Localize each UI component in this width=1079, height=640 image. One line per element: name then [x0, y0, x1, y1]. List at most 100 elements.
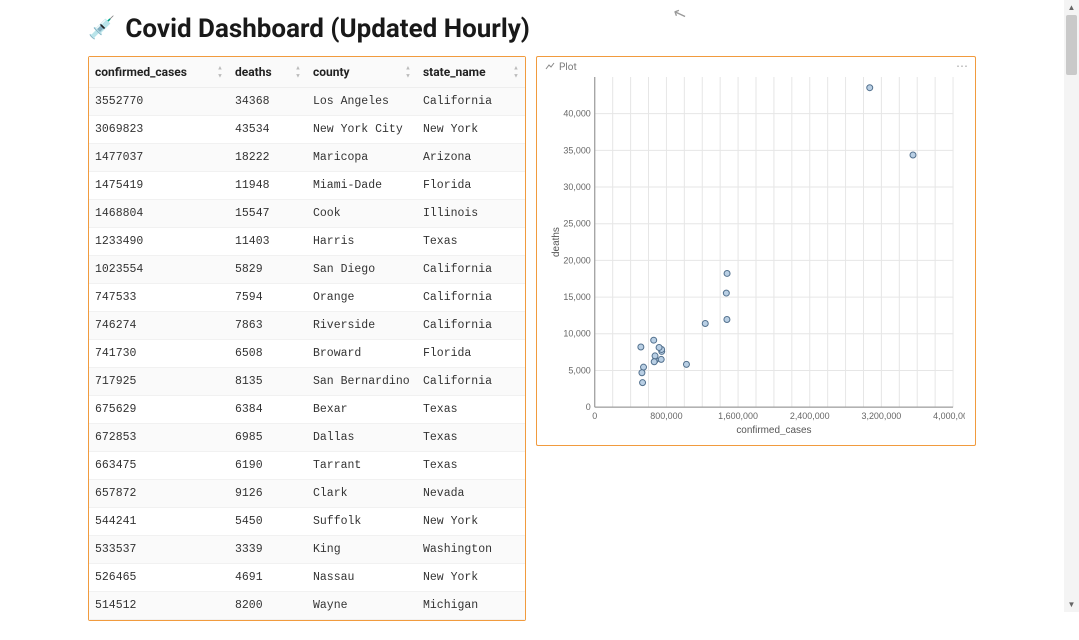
table-row[interactable]: 5335373339KingWashington [89, 536, 525, 564]
cell-deaths: 5450 [229, 508, 307, 536]
col-header-confirmed-cases[interactable]: confirmed_cases ▲▼ [89, 57, 229, 88]
cell-deaths: 7594 [229, 284, 307, 312]
cell-deaths: 4691 [229, 564, 307, 592]
scroll-thumb[interactable] [1066, 15, 1077, 75]
cell-state_name: California [417, 368, 525, 396]
cell-county: Bexar [307, 396, 417, 424]
col-header-deaths[interactable]: deaths ▲▼ [229, 57, 307, 88]
cell-county: Tarrant [307, 452, 417, 480]
cell-confirmed_cases: 657872 [89, 480, 229, 508]
scatter-point [651, 337, 657, 343]
cell-state_name: Florida [417, 340, 525, 368]
table-row[interactable]: 147703718222MaricopaArizona [89, 144, 525, 172]
cell-state_name: Texas [417, 452, 525, 480]
cell-state_name: New York [417, 564, 525, 592]
page-title: Covid Dashboard (Updated Hourly) [125, 14, 530, 44]
table-row[interactable]: 7475337594OrangeCalifornia [89, 284, 525, 312]
col-header-label: state_name [423, 65, 486, 79]
scatter-point [652, 353, 658, 359]
syringe-icon: 💉 [88, 18, 115, 40]
table-row[interactable]: 6578729126ClarkNevada [89, 480, 525, 508]
scatter-point [638, 344, 644, 350]
cell-state_name: Illinois [417, 200, 525, 228]
cell-deaths: 6985 [229, 424, 307, 452]
cell-county: Riverside [307, 312, 417, 340]
table-row[interactable]: 147541911948Miami-DadeFlorida [89, 172, 525, 200]
cell-confirmed_cases: 747533 [89, 284, 229, 312]
cell-state_name: New York [417, 116, 525, 144]
col-header-state-name[interactable]: state_name ▲▼ [417, 57, 525, 88]
table-row[interactable]: 146880415547CookIllinois [89, 200, 525, 228]
scroll-up-icon[interactable]: ▲ [1064, 0, 1079, 15]
plot-panel[interactable]: Plot ⋯ 05,00010,00015,00020,00025,00030,… [536, 56, 976, 446]
table-row[interactable]: 6756296384BexarTexas [89, 396, 525, 424]
svg-text:20,000: 20,000 [563, 255, 590, 265]
svg-text:5,000: 5,000 [568, 365, 590, 375]
cell-state_name: Arizona [417, 144, 525, 172]
cell-confirmed_cases: 717925 [89, 368, 229, 396]
table-row[interactable]: 7179258135San BernardinoCalifornia [89, 368, 525, 396]
scroll-down-icon[interactable]: ▼ [1064, 597, 1079, 612]
cell-county: New York City [307, 116, 417, 144]
svg-text:35,000: 35,000 [563, 145, 590, 155]
cell-county: Miami-Dade [307, 172, 417, 200]
cell-county: Clark [307, 480, 417, 508]
scatter-point [702, 321, 708, 327]
cell-deaths: 18222 [229, 144, 307, 172]
data-table: confirmed_cases ▲▼ deaths ▲▼ county ▲▼ [89, 57, 525, 620]
cell-state_name: California [417, 88, 525, 116]
col-header-label: county [313, 65, 350, 79]
cell-county: San Diego [307, 256, 417, 284]
cell-confirmed_cases: 1023554 [89, 256, 229, 284]
cell-deaths: 43534 [229, 116, 307, 144]
cell-confirmed_cases: 672853 [89, 424, 229, 452]
cell-deaths: 34368 [229, 88, 307, 116]
col-header-county[interactable]: county ▲▼ [307, 57, 417, 88]
cell-county: Broward [307, 340, 417, 368]
cell-confirmed_cases: 675629 [89, 396, 229, 424]
cell-county: San Bernardino [307, 368, 417, 396]
vertical-scrollbar[interactable]: ▲ ▼ [1064, 0, 1079, 612]
table-row[interactable]: 6728536985DallasTexas [89, 424, 525, 452]
table-row[interactable]: 10235545829San DiegoCalifornia [89, 256, 525, 284]
scatter-point [656, 344, 662, 350]
svg-text:800,000: 800,000 [650, 411, 682, 421]
svg-text:0: 0 [586, 402, 591, 412]
scatter-point [910, 152, 916, 158]
cell-deaths: 9126 [229, 480, 307, 508]
table-row[interactable]: 5442415450SuffolkNew York [89, 508, 525, 536]
cell-deaths: 8135 [229, 368, 307, 396]
cell-state_name: California [417, 312, 525, 340]
col-header-label: deaths [235, 65, 272, 79]
scatter-point [723, 290, 729, 296]
table-row[interactable]: 7417306508BrowardFlorida [89, 340, 525, 368]
sort-icon[interactable]: ▲▼ [217, 65, 223, 80]
sort-icon[interactable]: ▲▼ [513, 65, 519, 80]
svg-text:40,000: 40,000 [563, 109, 590, 119]
svg-text:0: 0 [592, 411, 597, 421]
sort-icon[interactable]: ▲▼ [295, 65, 301, 80]
cell-confirmed_cases: 1475419 [89, 172, 229, 200]
scatter-point [867, 85, 873, 91]
cell-deaths: 3339 [229, 536, 307, 564]
scatter-point [641, 364, 647, 370]
table-row[interactable]: 123349011403HarrisTexas [89, 228, 525, 256]
cell-county: Los Angeles [307, 88, 417, 116]
cell-county: Suffolk [307, 508, 417, 536]
cell-confirmed_cases: 544241 [89, 508, 229, 536]
sort-icon[interactable]: ▲▼ [405, 65, 411, 80]
cell-county: Maricopa [307, 144, 417, 172]
cell-state_name: California [417, 256, 525, 284]
scatter-point [651, 359, 657, 365]
table-panel[interactable]: confirmed_cases ▲▼ deaths ▲▼ county ▲▼ [88, 56, 526, 621]
scatter-point [639, 370, 645, 376]
table-row[interactable]: 306982343534New York CityNew York [89, 116, 525, 144]
table-row[interactable]: 6634756190TarrantTexas [89, 452, 525, 480]
table-row[interactable]: 355277034368Los AngelesCalifornia [89, 88, 525, 116]
table-row[interactable]: 5145128200WayneMichigan [89, 592, 525, 620]
scatter-point [724, 317, 730, 323]
cell-deaths: 8200 [229, 592, 307, 620]
table-row[interactable]: 5264654691NassauNew York [89, 564, 525, 592]
svg-text:25,000: 25,000 [563, 219, 590, 229]
table-row[interactable]: 7462747863RiversideCalifornia [89, 312, 525, 340]
